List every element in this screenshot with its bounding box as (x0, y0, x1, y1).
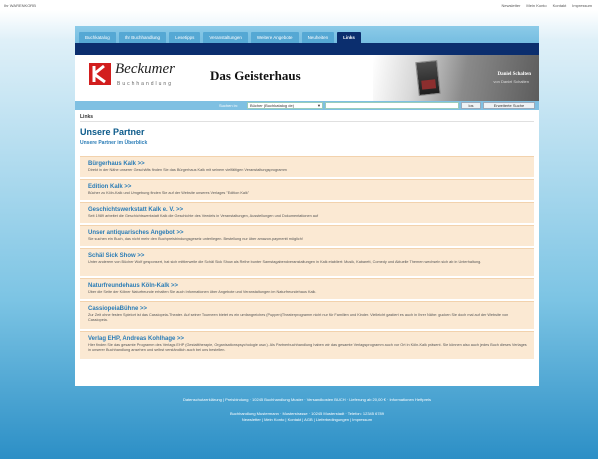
search-category-value: Bücher (Buchkatalog de) (250, 103, 295, 108)
partner-link[interactable]: Naturfreundehaus Köln-Kalk >> (88, 282, 527, 290)
partner-description: Zur Zeit ohne festen Spielort ist das Ca… (88, 313, 509, 322)
partner-link[interactable]: Edition Kalk >> (88, 183, 527, 191)
footer-links[interactable]: Newsletter | Mein Konto | Kontakt | AGB … (75, 417, 539, 422)
tab-buchkatalog[interactable]: Buchkatalog (79, 32, 116, 43)
partner-link[interactable]: Bürgerhaus Kalk >> (88, 160, 527, 168)
partner-list: Bürgerhaus Kalk >> Direkt in der Nähe un… (80, 156, 534, 361)
partner-link[interactable]: Schäl Sick Show >> (88, 252, 527, 260)
divider (80, 121, 534, 122)
search-input[interactable] (325, 102, 459, 109)
partner-description: Direkt in der Nähe unserer Geschäfts fin… (88, 168, 287, 172)
search-go-button[interactable]: los (461, 102, 481, 109)
site-header: Beckumer Buchhandlung Das Geisterhaus Da… (75, 55, 539, 101)
footer-address: Buchhandlung Mustermann · Musterstrasse … (229, 411, 384, 416)
partner-link[interactable]: Unser antiquarisches Angebot >> (88, 229, 527, 237)
logo-name: Beckumer (115, 61, 175, 77)
page-subtitle: Unsere Partner im Überblick (80, 140, 148, 146)
breadcrumb: Links (80, 114, 94, 120)
cart-link[interactable]: Ihr WARENKORB (4, 3, 36, 8)
search-bar: Suchen in: Bücher (Buchkatalog de) ▼ los… (75, 101, 539, 110)
logo-icon[interactable] (89, 63, 111, 85)
search-category-select[interactable]: Bücher (Buchkatalog de) ▼ (247, 102, 323, 109)
tab-weitere-angebote[interactable]: Weitere Angebote (250, 32, 299, 43)
page-title: Unsere Partner (80, 127, 145, 137)
page-container: Buchkatalog Ihr Buchhandlung Lesetipps V… (75, 26, 539, 386)
tab-buchhandlung[interactable]: Ihr Buchhandlung (118, 32, 167, 43)
top-links: Newsletter Mein Konto Kontakt Impressum (502, 3, 593, 8)
contact-link[interactable]: Kontakt (553, 3, 567, 8)
banner-author-sub: von Daniel Schalten (493, 79, 529, 84)
logo-subtitle: Buchhandlung (117, 81, 173, 87)
partner-description: Bücher zu Köln-Kalk und Umgebung finden … (88, 191, 250, 195)
partner-item: Schäl Sick Show >> Unter anderem von Büc… (80, 248, 534, 276)
account-link[interactable]: Mein Konto (526, 3, 546, 8)
partner-description: Hier finden Sie das gesamte Programm des… (88, 343, 527, 352)
tab-lesetipps[interactable]: Lesetipps (169, 32, 201, 43)
tab-links[interactable]: Links (337, 32, 361, 43)
featured-book-banner[interactable]: Daniel Schalten von Daniel Schalten (373, 55, 539, 101)
footer-legal[interactable]: Datenschutzerklärung | Preisbindung · 10… (75, 397, 539, 402)
partner-description: Seit 1989 arbeitet die Geschichtswerksta… (88, 214, 319, 218)
partner-link[interactable]: CassiopeiaBühne >> (88, 305, 527, 313)
book-cover-image (415, 59, 441, 97)
search-label: Suchen in: (219, 103, 238, 108)
partner-description: Unter anderem von Bücher Wolf gesponsert… (88, 260, 482, 264)
partner-item: Bürgerhaus Kalk >> Direkt in der Nähe un… (80, 156, 534, 177)
featured-book-title[interactable]: Das Geisterhaus (210, 68, 301, 84)
newsletter-link[interactable]: Newsletter (502, 3, 521, 8)
partner-item: Unser antiquarisches Angebot >> Sie such… (80, 225, 534, 246)
partner-item: Edition Kalk >> Bücher zu Köln-Kalk und … (80, 179, 534, 200)
advanced-search-button[interactable]: Erweiterte Suche (483, 102, 535, 109)
partner-description: Über die Seite der Kölner Naturfreunde e… (88, 290, 317, 294)
partner-item: CassiopeiaBühne >> Zur Zeit ohne festen … (80, 301, 534, 329)
partner-description: Sie suchen ein Buch, das nicht mehr den … (88, 237, 303, 241)
partner-item: Geschichtswerkstatt Kalk e. V. >> Seit 1… (80, 202, 534, 223)
tab-veranstaltungen[interactable]: Veranstaltungen (203, 32, 248, 43)
imprint-link[interactable]: Impressum (572, 3, 592, 8)
nav-tabs: Buchkatalog Ihr Buchhandlung Lesetipps V… (79, 32, 361, 43)
partner-link[interactable]: Verlag EHP, Andreas Kohlhage >> (88, 335, 527, 343)
top-bar: Ihr WARENKORB Newsletter Mein Konto Kont… (0, 0, 598, 10)
main-navigation: Buchkatalog Ihr Buchhandlung Lesetipps V… (75, 26, 539, 50)
banner-author: Daniel Schalten (497, 72, 531, 77)
nav-underline (75, 43, 539, 50)
partner-link[interactable]: Geschichtswerkstatt Kalk e. V. >> (88, 206, 527, 214)
partner-item: Verlag EHP, Andreas Kohlhage >> Hier fin… (80, 331, 534, 359)
partner-item: Naturfreundehaus Köln-Kalk >> Über die S… (80, 278, 534, 299)
chevron-down-icon: ▼ (317, 103, 321, 108)
tab-neuheiten[interactable]: Neuheiten (301, 32, 335, 43)
